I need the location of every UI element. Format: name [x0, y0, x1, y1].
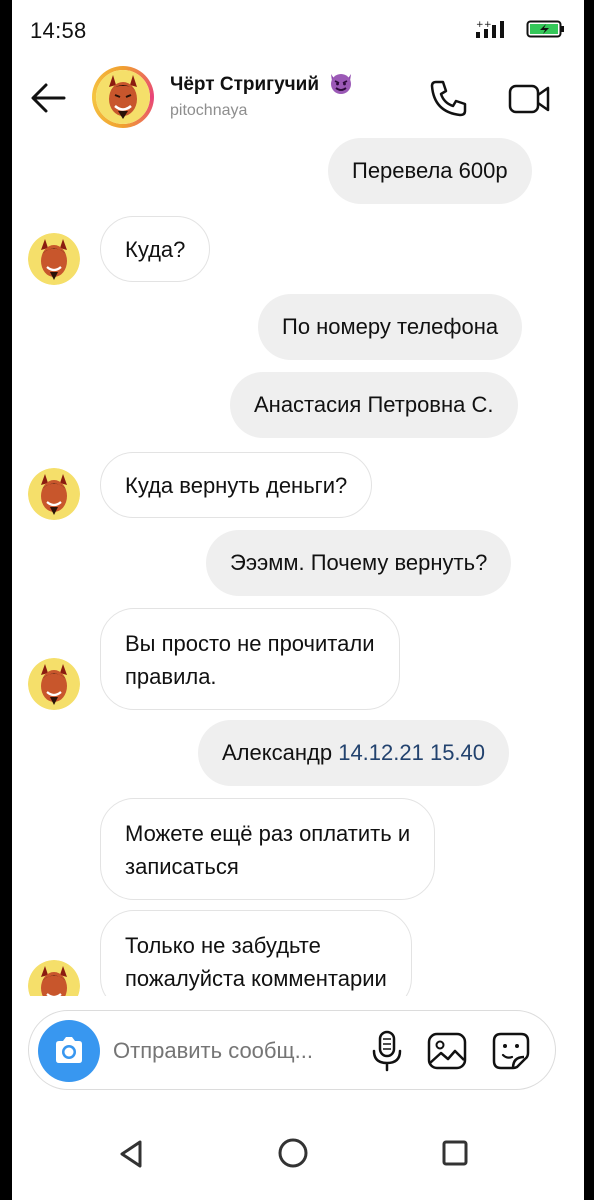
- message-input[interactable]: [113, 1033, 353, 1069]
- svg-text:+: +: [484, 20, 492, 30]
- message-text-line: пожалуйста комментарии: [125, 966, 387, 991]
- message-outgoing[interactable]: Анастасия Петровна С.: [230, 372, 518, 438]
- chat-header: Чёрт Стригучий pitochnaya: [12, 58, 584, 138]
- message-text-line: Только не забудьте: [125, 933, 321, 958]
- message-list[interactable]: Перевела 600р Куда? По номеру телефона А…: [12, 138, 584, 996]
- message-text: Куда вернуть деньги?: [125, 473, 348, 498]
- sender-avatar[interactable]: [28, 468, 80, 520]
- system-nav-bar: [12, 1110, 584, 1200]
- message-incoming[interactable]: Куда?: [100, 216, 211, 282]
- battery-icon: [526, 20, 564, 38]
- microphone-icon[interactable]: [367, 1029, 407, 1073]
- image-icon[interactable]: [425, 1029, 469, 1073]
- message-text-line: Можете ещё раз оплатить и: [125, 821, 411, 846]
- svg-text:+: +: [476, 20, 484, 30]
- sender-avatar[interactable]: [28, 233, 80, 285]
- message-text-line: правила.: [125, 664, 217, 689]
- story-ring[interactable]: [92, 66, 154, 128]
- date-link[interactable]: 14.12.21 15.40: [338, 740, 485, 765]
- message-text-line: записаться: [125, 854, 239, 879]
- message-text: Куда?: [125, 237, 186, 262]
- devil-emoji-icon: [331, 74, 352, 94]
- sender-avatar[interactable]: [28, 960, 80, 996]
- message-incoming[interactable]: Вы просто не прочитали правила.: [100, 608, 400, 710]
- sender-avatar[interactable]: [28, 658, 80, 710]
- message-text: По номеру телефона: [282, 314, 499, 339]
- message-incoming[interactable]: Можете ещё раз оплатить и записаться: [100, 798, 436, 900]
- sticker-icon[interactable]: [489, 1029, 533, 1073]
- video-camera-icon[interactable]: [506, 76, 554, 120]
- message-text: Эээмм. Почему вернуть?: [230, 550, 488, 575]
- message-incoming[interactable]: Куда вернуть деньги?: [100, 452, 373, 518]
- message-outgoing[interactable]: Эээмм. Почему вернуть?: [206, 530, 512, 596]
- nav-back-icon[interactable]: [116, 1138, 146, 1170]
- status-bar: 14:58 + +: [12, 0, 584, 62]
- message-composer[interactable]: [28, 1010, 556, 1090]
- message-text: Перевела 600р: [352, 158, 508, 183]
- contact-name-text: Чёрт Стригучий: [170, 74, 320, 95]
- signal-icon: + +: [476, 20, 504, 38]
- avatar: [96, 70, 150, 124]
- message-outgoing[interactable]: По номеру телефона: [258, 294, 523, 360]
- message-outgoing[interactable]: Перевела 600р: [328, 138, 532, 204]
- camera-icon: [56, 1037, 82, 1063]
- camera-button[interactable]: [38, 1020, 100, 1082]
- message-text: Александр: [222, 740, 333, 765]
- nav-recents-icon[interactable]: [440, 1138, 470, 1168]
- message-outgoing[interactable]: Александр 14.12.21 15.40: [198, 720, 510, 786]
- screen: 14:58 + + Чёрт Стригучий pitochnaya Пере…: [12, 0, 584, 1200]
- back-arrow-icon[interactable]: [26, 76, 70, 120]
- contact-username[interactable]: pitochnaya: [170, 102, 247, 120]
- message-text: Анастасия Петровна С.: [254, 392, 494, 417]
- status-time: 14:58: [30, 18, 87, 43]
- nav-home-icon[interactable]: [276, 1136, 310, 1170]
- message-incoming[interactable]: Только не забудьте пожалуйста комментари…: [100, 910, 412, 996]
- message-text-line: Вы просто не прочитали: [125, 631, 375, 656]
- phone-icon[interactable]: [426, 76, 470, 120]
- status-icons: + +: [474, 18, 566, 40]
- contact-name[interactable]: Чёрт Стригучий: [170, 70, 354, 96]
